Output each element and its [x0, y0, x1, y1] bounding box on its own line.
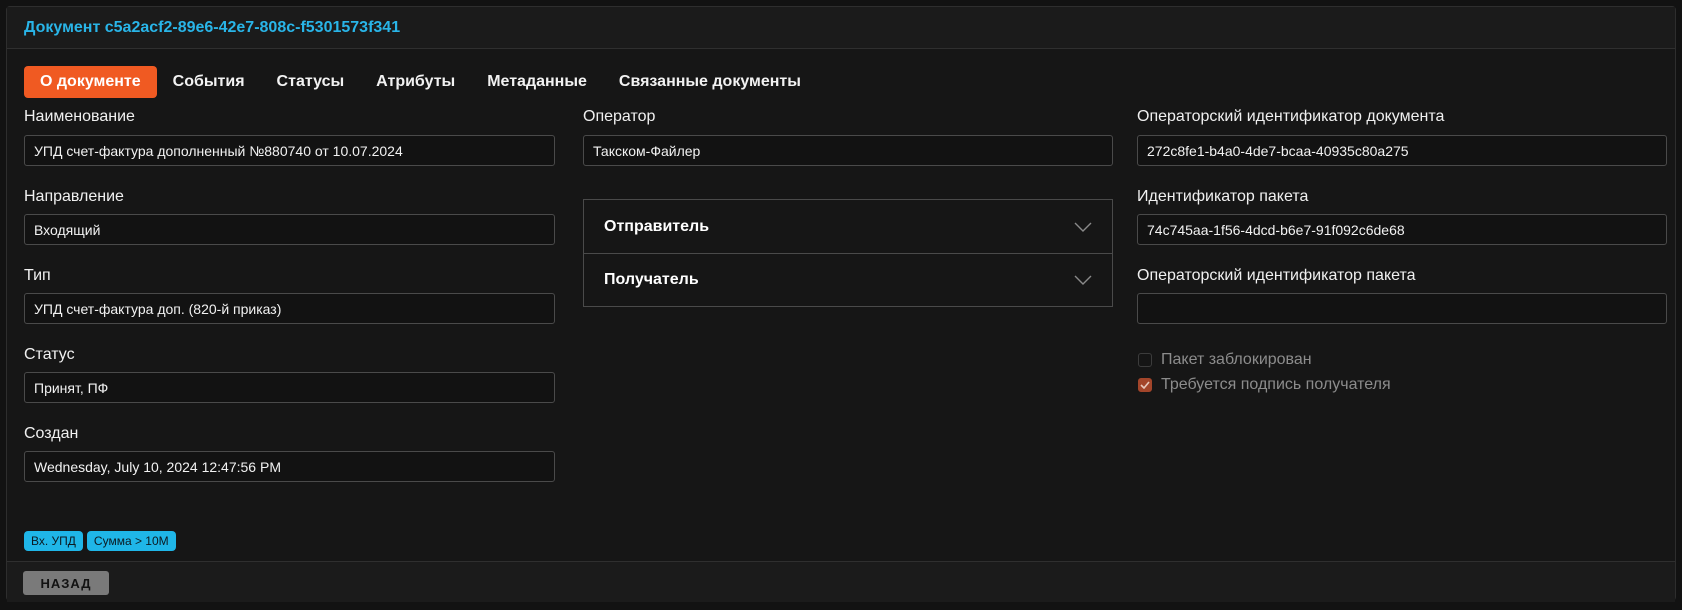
status-field[interactable] — [24, 372, 555, 403]
status-label: Статус — [24, 346, 75, 363]
operator-label: Оператор — [583, 108, 656, 125]
name-label: Наименование — [24, 108, 135, 125]
tab-related-documents[interactable]: Связанные документы — [603, 66, 817, 98]
recipient-signature-checkbox-row[interactable]: Требуется подпись получателя — [1138, 376, 1391, 394]
sender-accordion-label: Отправитель — [604, 217, 710, 235]
recipient-accordion-label: Получатель — [604, 271, 699, 288]
created-label: Создан — [24, 425, 79, 442]
panel-header: Документ c5a2acf2-89e6-42e7-808c-f530157… — [7, 7, 1675, 49]
operator-doc-id-label: Операторский идентификатор документа — [1137, 108, 1445, 125]
page-title: Документ c5a2acf2-89e6-42e7-808c-f530157… — [24, 18, 401, 36]
tab-statuses[interactable]: Статусы — [261, 66, 361, 98]
recipient-accordion-item[interactable]: Получатель — [584, 253, 1112, 306]
created-field[interactable] — [24, 451, 555, 482]
back-button[interactable]: НАЗАД — [23, 571, 109, 595]
name-field[interactable] — [24, 135, 555, 166]
tab-bar: О документе События Статусы Атрибуты Мет… — [24, 66, 817, 98]
type-label: Тип — [24, 267, 51, 284]
package-id-field[interactable] — [1137, 214, 1667, 245]
tab-metadata[interactable]: Метаданные — [471, 66, 603, 98]
recipient-signature-label: Требуется подпись получателя — [1161, 376, 1391, 393]
tab-events[interactable]: События — [157, 66, 261, 98]
direction-field[interactable] — [24, 214, 555, 245]
package-locked-label: Пакет заблокирован — [1161, 351, 1312, 368]
document-panel: Документ c5a2acf2-89e6-42e7-808c-f530157… — [6, 6, 1676, 602]
checkmark-icon — [1140, 381, 1150, 389]
tag-list: Вх. УПД Сумма > 10M — [24, 531, 176, 551]
tab-about-document[interactable]: О документе — [24, 66, 157, 98]
operator-field[interactable] — [583, 135, 1113, 166]
operator-package-id-label: Операторский идентификатор пакета — [1137, 267, 1416, 284]
chevron-down-icon — [1074, 222, 1092, 232]
type-field[interactable] — [24, 293, 555, 324]
tag-badge: Сумма > 10M — [86, 531, 176, 551]
package-locked-checkbox-row[interactable]: Пакет заблокирован — [1138, 351, 1312, 369]
package-id-label: Идентификатор пакета — [1137, 188, 1309, 205]
parties-accordion: Отправитель Получатель — [583, 199, 1113, 307]
tab-attributes[interactable]: Атрибуты — [360, 66, 471, 98]
chevron-down-icon — [1074, 275, 1092, 285]
recipient-signature-checkbox[interactable] — [1138, 378, 1152, 392]
package-locked-checkbox[interactable] — [1138, 353, 1152, 367]
operator-package-id-field[interactable] — [1137, 293, 1667, 324]
tag-badge: Вх. УПД — [24, 531, 83, 551]
direction-label: Направление — [24, 188, 124, 205]
sender-accordion-item[interactable]: Отправитель — [584, 200, 1112, 253]
panel-footer: НАЗАД — [7, 561, 1675, 602]
operator-doc-id-field[interactable] — [1137, 135, 1667, 166]
